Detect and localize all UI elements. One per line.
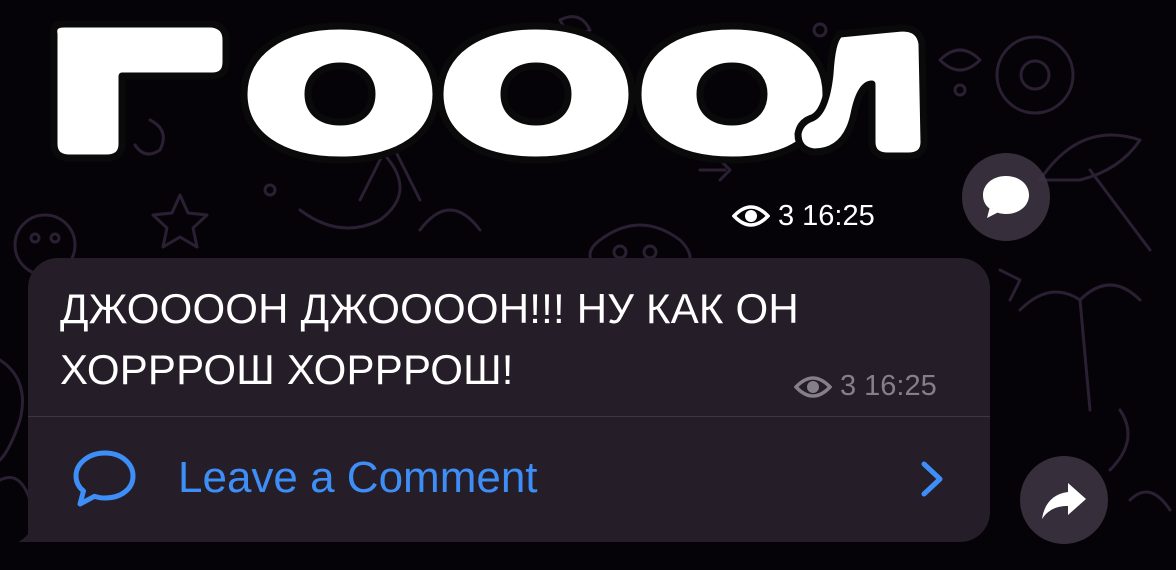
leave-comment-button[interactable]: Leave a Comment (28, 418, 990, 540)
message-view-count: 3 (840, 370, 857, 402)
leave-comment-label: Leave a Comment (178, 453, 538, 502)
sticker-view-count: 3 (778, 199, 795, 232)
speech-bubble-icon (983, 176, 1029, 218)
message-time: 16:25 (864, 370, 937, 402)
sticker-comment-button[interactable] (962, 153, 1050, 241)
comment-divider (28, 416, 990, 417)
eye-icon (732, 205, 770, 227)
message-meta: 3 16:25 (794, 370, 937, 403)
message-line-1: ДЖООООН ДЖООООН!!! НУ КАК ОН (60, 285, 799, 332)
share-button[interactable] (1020, 456, 1108, 544)
sticker-lettering (50, 20, 928, 164)
speech-bubble-icon (73, 450, 136, 507)
eye-icon (794, 375, 832, 398)
sticker-time: 16:25 (802, 199, 875, 232)
sticker-meta: 3 16:25 (732, 196, 875, 236)
sticker-image (40, 14, 930, 164)
share-arrow-icon (1042, 483, 1086, 519)
chevron-right-icon (921, 461, 943, 497)
